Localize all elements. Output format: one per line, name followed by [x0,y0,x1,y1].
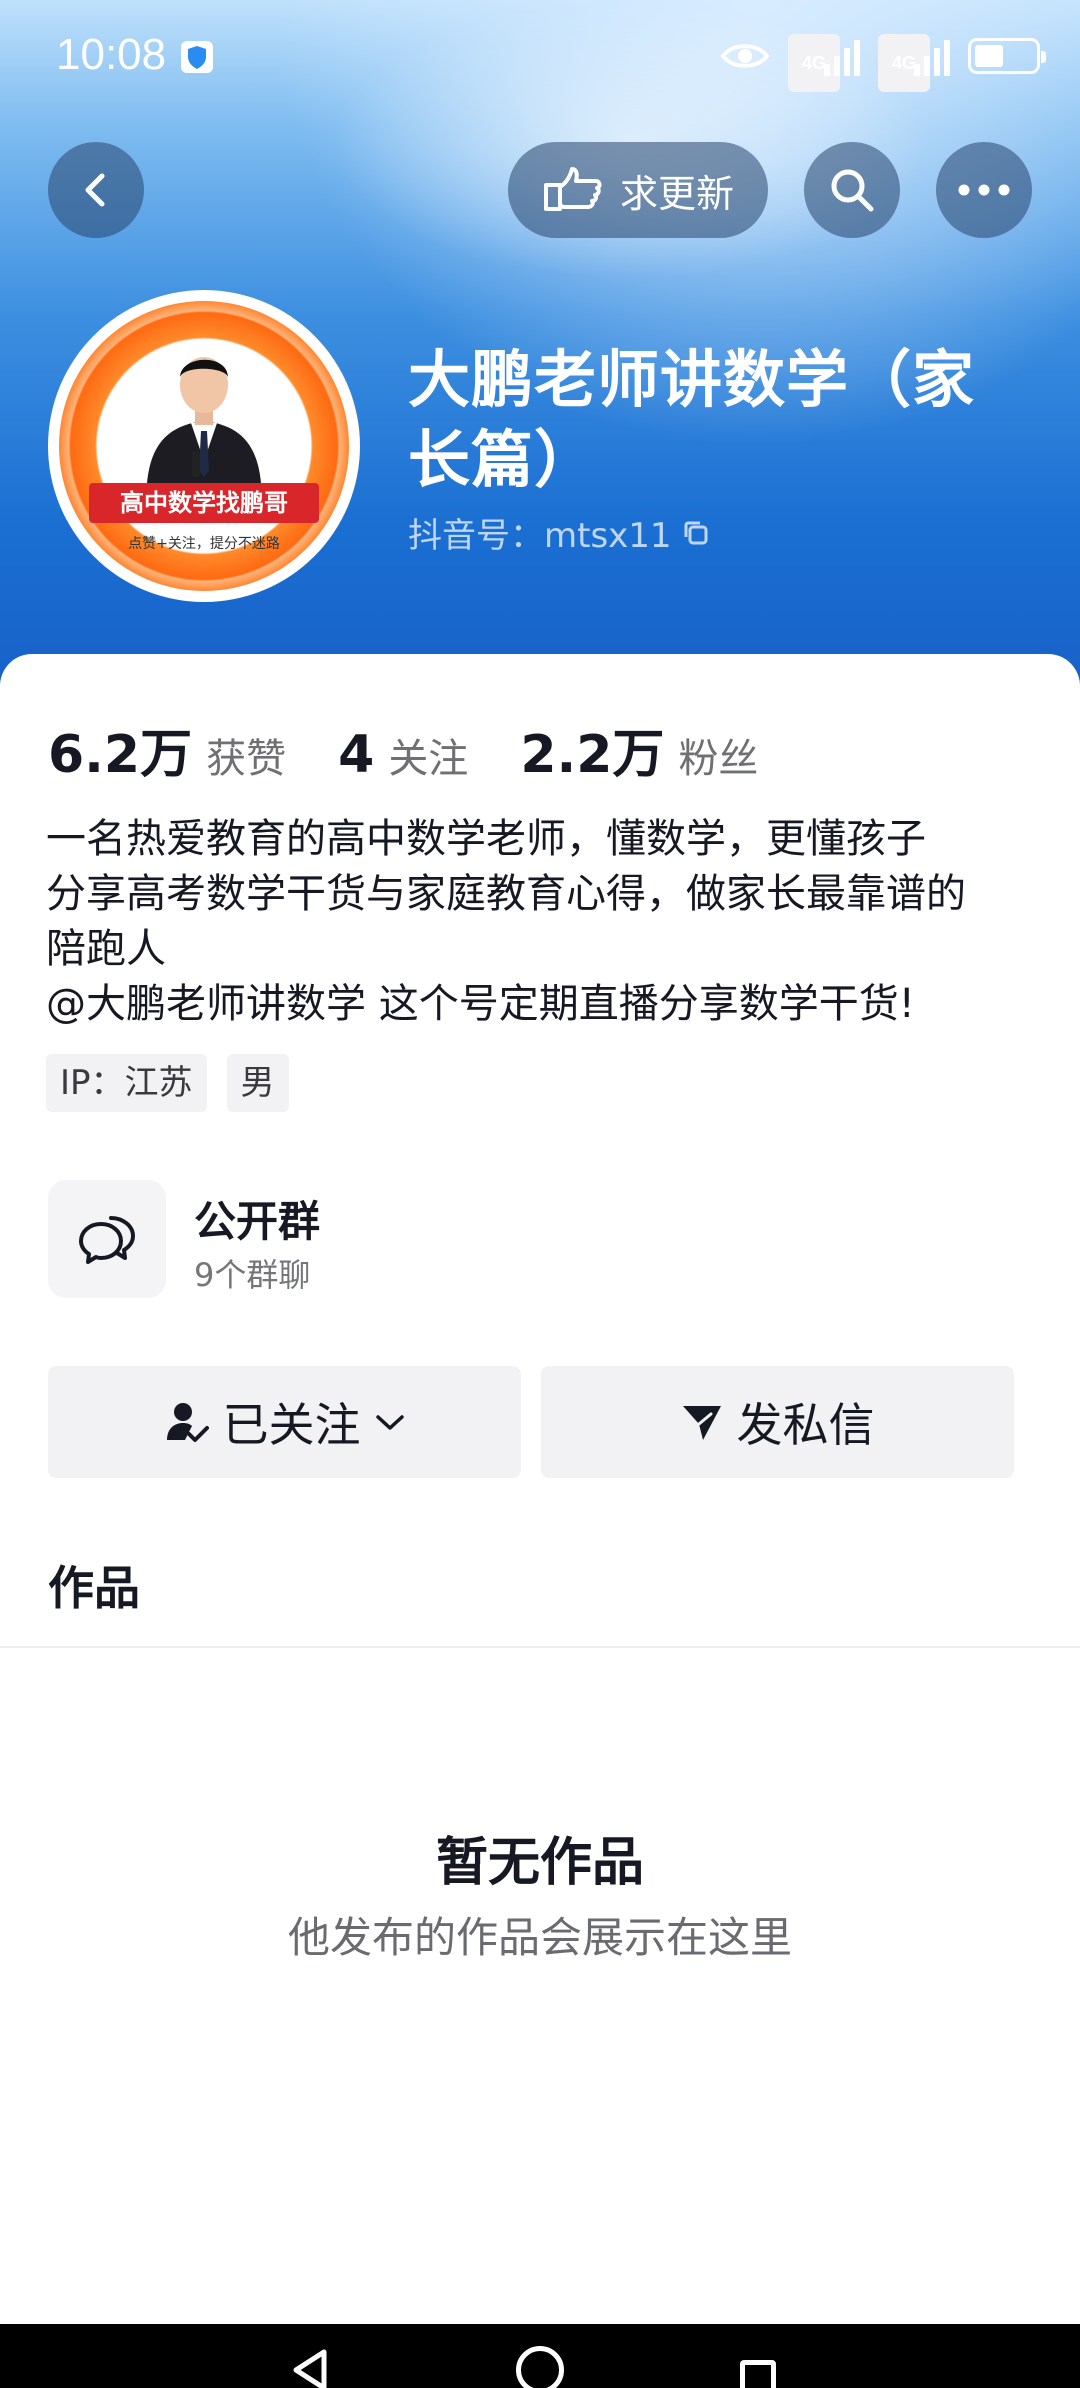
profile-tags: IP：江苏 男 [46,1054,289,1112]
more-icon [958,184,1010,196]
bio-line: 一名热爱教育的高中数学老师，懂数学，更懂孩子 [46,816,926,862]
stat-value: 2.2万 [520,725,665,785]
group-title: 公开群 [194,1197,321,1246]
system-nav-bar [0,2324,1080,2388]
profile-name: 大鹏老师讲数学（家长篇） [408,343,976,496]
avatar-image: 高中数学找鹏哥 点赞+关注，提分不迷路 [59,301,349,591]
empty-works-title: 暂无作品 [435,1833,644,1893]
send-message-button[interactable]: 发私信 [541,1366,1014,1478]
profile-page: 10:08 4G 4G 求更新 高中数学找鹏哥 点赞+关注，提分不迷路 大鹏老师… [0,0,1080,2388]
group-subtitle: 9个群聊 [194,1256,311,1294]
profile-content: 6.2万 获赞 4 关注 2.2万 粉丝 一名热爱教育的高中数学老师，懂数学，更… [0,654,1080,2324]
followed-button[interactable]: 已关注 [48,1366,521,1478]
ip-location-tag: IP：江苏 [46,1054,207,1112]
request-update-button[interactable]: 求更新 [508,142,768,238]
action-buttons: 已关注 发私信 [48,1366,1014,1478]
bio-mention-line[interactable]: @大鹏老师讲数学 这个号定期直播分享数学干货! [46,977,1046,1032]
search-icon [831,169,874,212]
stat-value: 6.2万 [48,725,193,785]
stats-row: 6.2万 获赞 4 关注 2.2万 粉丝 [48,712,810,787]
request-update-label: 求更新 [619,171,734,216]
chevron-down-icon [375,1415,404,1430]
avatar-subtext: 点赞+关注，提分不迷路 [128,536,280,552]
status-bar: 10:08 4G 4G [0,0,1080,118]
stat-following[interactable]: 4 关注 [338,725,468,785]
avatar-ribbon: 高中数学找鹏哥 [89,483,319,523]
nav-home-icon[interactable] [516,2346,564,2388]
stat-label: 获赞 [206,736,287,782]
douyin-id: 抖音号：mtsx11 [408,516,672,556]
stat-label: 关注 [388,736,469,782]
works-divider [0,1646,1080,1648]
eye-icon [720,44,770,68]
back-icon [85,173,105,207]
followed-label: 已关注 [222,1398,361,1452]
bio-line: 陪跑人 [46,926,166,972]
pointing-hand-icon [543,167,602,211]
back-button[interactable] [48,142,144,238]
more-button[interactable] [936,142,1032,238]
user-check-icon [166,1403,209,1442]
empty-works-subtitle: 他发布的作品会展示在这里 [287,1913,792,1962]
signal-icon-2: 4G [878,34,950,92]
nav-recents-icon[interactable] [740,2360,776,2388]
status-time: 10:08 [56,30,167,79]
stat-label: 粉丝 [678,736,759,782]
stat-followers[interactable]: 2.2万 粉丝 [520,712,758,787]
signal-icon: 4G [788,34,860,92]
avatar[interactable]: 高中数学找鹏哥 点赞+关注，提分不迷路 [48,290,360,602]
send-message-label: 发私信 [736,1398,875,1452]
stat-likes[interactable]: 6.2万 获赞 [48,712,286,787]
public-group-entry[interactable]: 公开群 9个群聊 [48,1180,848,1304]
send-icon [682,1406,721,1440]
copy-icon [684,521,708,544]
works-tab[interactable]: 作品 [48,1552,140,1618]
bio-line: 分享高考数学干货与家庭教育心得，做家长最靠谱的 [46,871,966,917]
stat-value: 4 [338,725,375,785]
douyin-id-row[interactable]: 抖音号：mtsx11 [408,508,710,557]
group-chat-icon [48,1180,166,1298]
bio: 一名热爱教育的高中数学老师，懂数学，更懂孩子 分享高考数学干货与家庭教育心得，做… [46,812,1046,1032]
search-button[interactable] [804,142,900,238]
nav-back-icon[interactable] [290,2348,330,2388]
gender-tag: 男 [226,1054,289,1112]
battery-icon [968,38,1046,74]
shield-icon [181,41,213,73]
